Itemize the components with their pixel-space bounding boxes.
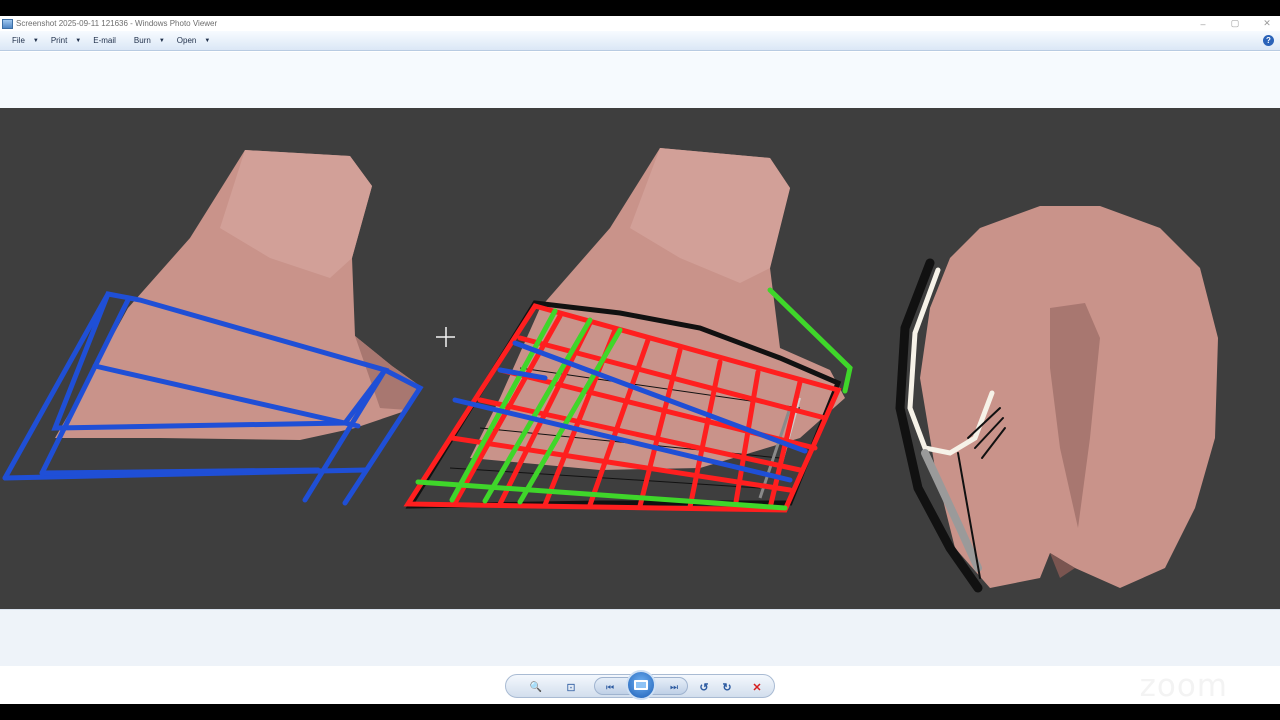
menu-burn[interactable]: Burn ▼ [134,36,165,45]
screen-top-letterbox [0,0,1280,16]
previous-button[interactable]: ⏮ [601,679,619,695]
menu-file-label: File [12,36,25,45]
rotate-ccw-icon: ↺ [699,681,709,694]
menu-email-label: E-mail [93,36,116,45]
menu-burn-label: Burn [133,36,151,45]
menu-file[interactable]: File ▼ [12,36,39,45]
window-title: Screenshot 2025-09-11 121636 - Windows P… [16,19,218,28]
delete-button[interactable]: ✕ [749,679,765,695]
rotate-clockwise-button[interactable]: ↻ [719,679,735,695]
zoom-button[interactable]: 🔍 [524,679,548,695]
next-button[interactable]: ⏭ [665,679,683,695]
slideshow-button[interactable] [626,670,656,700]
viewer-upper-margin [0,52,1280,108]
menu-print-label: Print [50,36,68,45]
chevron-down-icon: ▼ [204,37,211,44]
actual-size-button[interactable]: ⊡ [562,679,580,695]
screen-bottom-letterbox [0,704,1280,720]
menu-email[interactable]: E-mail [93,36,116,45]
previous-icon: ⏮ [605,681,615,692]
delete-icon: ✕ [752,681,762,694]
viewer-toolbar: 🔍 ⊡ ⏮ ⏭ ↺ ↻ ✕ [505,670,775,700]
photo-viewer-window: Screenshot 2025-09-11 121636 - Windows P… [0,16,1280,704]
chevron-down-icon: ▼ [158,37,165,44]
image-display-area[interactable] [0,108,1280,609]
rotate-counterclockwise-button[interactable]: ↺ [696,679,712,695]
menu-bar: File ▼ Print ▼ E-mail Burn ▼ Open ▼ ? [0,31,1280,51]
maximize-button[interactable]: ▢ [1230,18,1240,29]
zoom-watermark: zoom [1139,668,1228,704]
minimize-button[interactable]: – [1198,19,1208,29]
help-button[interactable]: ? [1263,35,1274,46]
chevron-down-icon: ▼ [75,37,82,44]
displayed-image [0,108,1280,609]
next-icon: ⏭ [669,681,679,692]
viewer-lower-margin [0,609,1280,666]
menu-open-label: Open [176,36,197,45]
menu-open[interactable]: Open ▼ [177,36,211,45]
actual-size-icon: ⊡ [566,681,576,694]
bottom-toolbar-area: zoom 🔍 ⊡ ⏮ ⏭ ↺ ↻ ✕ [0,666,1280,704]
window-controls: – ▢ ✕ [1198,16,1272,31]
close-button[interactable]: ✕ [1262,18,1272,29]
magnifier-icon: 🔍 [529,681,543,693]
menu-print[interactable]: Print ▼ [51,36,81,45]
slideshow-icon [634,680,648,690]
title-bar: Screenshot 2025-09-11 121636 - Windows P… [0,16,1280,31]
rotate-cw-icon: ↻ [722,681,732,694]
chevron-down-icon: ▼ [32,37,39,44]
photo-viewer-app-icon [2,18,13,29]
